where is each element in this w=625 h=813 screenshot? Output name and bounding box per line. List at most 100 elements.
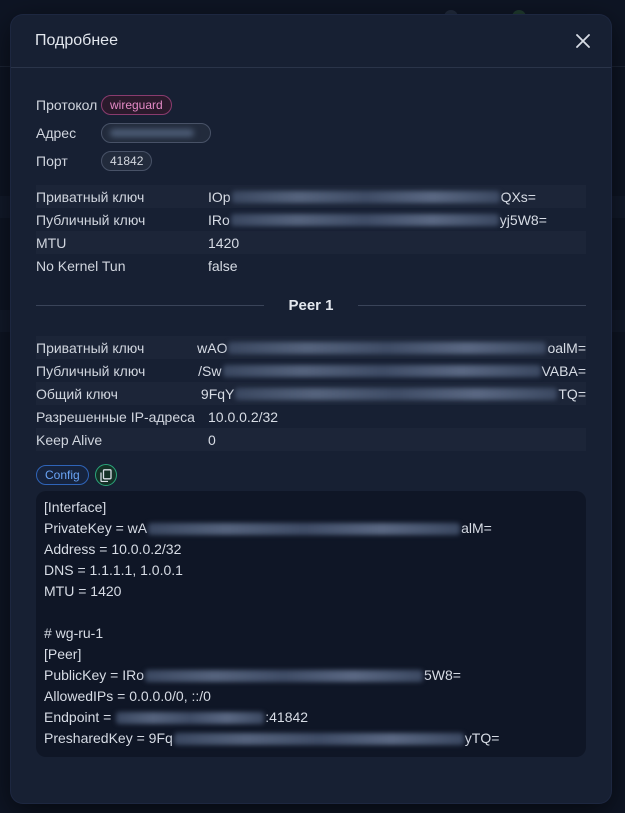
kv-row: Приватный ключ wAO oalM= (36, 336, 586, 359)
redacted-value (116, 711, 265, 724)
redacted-value (148, 522, 461, 535)
config-bar: Config (36, 464, 117, 486)
kv-value: IOp QXs= (208, 189, 536, 205)
config-line: AllowedIPs = 0.0.0.0/0, ::/0 (44, 686, 586, 707)
kv-key: Публичный ключ (36, 211, 146, 228)
kv-row: Keep Alive 0 (36, 428, 586, 451)
kv-value-suffix: yj5W8= (499, 211, 547, 228)
kv-value-text: 9FqY (200, 385, 235, 402)
config-line (44, 602, 586, 623)
address-label: Адрес (36, 125, 77, 141)
protocol-label: Протокол (36, 97, 98, 113)
kv-key: Разрешенные IP-адреса (36, 408, 195, 425)
kv-row: Приватный ключ IOp QXs= (36, 185, 586, 208)
peer-divider: Peer 1 (36, 295, 587, 315)
kv-value-suffix: VABA= (541, 362, 587, 379)
kv-row: Разрешенные IP-адреса 10.0.0.2/32 (36, 405, 586, 428)
redacted-value (173, 732, 464, 745)
config-line: PublicKey = IRo 5W8= (44, 665, 586, 686)
config-line: Address = 10.0.0.2/32 (44, 539, 586, 560)
redacted-value (228, 341, 547, 354)
kv-value-text: 10.0.0.2/32 (208, 408, 279, 425)
close-icon (576, 34, 590, 48)
details-modal: Подробнее Протокол wireguard Адрес Порт … (11, 15, 611, 803)
kv-key: Приватный ключ (36, 188, 145, 205)
config-text-box[interactable]: [Interface] PrivateKey = wA alM= Address = … (36, 491, 586, 757)
kv-value: 9FqY TQ= (201, 386, 586, 402)
config-line-text: Address = 10.0.0.2/32 (44, 541, 182, 557)
kv-key: MTU (36, 234, 67, 251)
kv-row: Общий ключ 9FqY TQ= (36, 382, 586, 405)
config-line-suffix: yTQ= (464, 730, 500, 746)
config-line: MTU = 1420 (44, 581, 586, 602)
kv-value-suffix: TQ= (558, 385, 586, 402)
modal-title: Подробнее (35, 32, 118, 49)
config-line-text: Endpoint = (44, 709, 116, 725)
kv-key: Keep Alive (36, 431, 103, 448)
kv-key: Общий ключ (36, 385, 118, 402)
kv-value-suffix: QXs= (500, 188, 536, 205)
address-redacted (110, 129, 194, 137)
kv-value-text: 0 (208, 431, 216, 448)
config-line-suffix: alM= (461, 520, 492, 536)
config-line: DNS = 1.1.1.1, 1.0.0.1 (44, 560, 586, 581)
port-row: Порт 41842 (36, 151, 153, 171)
config-line-text: PresharedKey = 9Fq (44, 730, 173, 746)
divider-line (36, 304, 265, 306)
port-label: Порт (36, 153, 68, 169)
address-row: Адрес (36, 123, 211, 143)
config-line: [Peer] (44, 644, 586, 665)
config-line-text: PublicKey = IRo (44, 667, 144, 683)
protocol-row: Протокол wireguard (36, 95, 172, 115)
copy-icon (100, 468, 112, 482)
kv-key: No Kernel Tun (36, 257, 126, 274)
config-tag[interactable]: Config (36, 465, 89, 485)
kv-value-text: IRo (208, 211, 230, 228)
kv-value: 10.0.0.2/32 (208, 409, 278, 425)
config-line-text: DNS = 1.1.1.1, 1.0.0.1 (44, 562, 183, 578)
kv-value: IRo yj5W8= (208, 212, 547, 228)
config-line: PrivateKey = wA alM= (44, 518, 586, 539)
port-tag: 41842 (101, 151, 153, 171)
config-line: Endpoint = :41842 (44, 707, 586, 728)
kv-value-text: wAO (197, 339, 228, 356)
config-line: PresharedKey = 9Fq yTQ= (44, 728, 586, 749)
config-line-text: [Interface] (44, 499, 107, 515)
kv-row: Публичный ключ/Sw VABA= (36, 359, 586, 382)
kv-value-text: 1420 (208, 234, 240, 251)
kv-value-text: false (208, 257, 238, 274)
redacted-value (222, 364, 541, 377)
config-line-text: [Peer] (44, 646, 82, 662)
redacted-value (231, 190, 500, 203)
config-line-text: AllowedIPs = 0.0.0.0/0, ::/0 (44, 688, 211, 704)
modal-header: Подробнее (11, 15, 611, 68)
config-line: # wg-ru-1 (44, 623, 586, 644)
kv-key: Публичный ключ (36, 362, 146, 379)
peer-title: Peer 1 (288, 296, 334, 314)
kv-value-text: IOp (208, 188, 231, 205)
config-line-text: # wg-ru-1 (44, 625, 104, 641)
config-line-suffix: 5W8= (424, 667, 461, 683)
redacted-value (230, 213, 499, 226)
kv-value-text: /Sw (198, 362, 222, 379)
config-line-suffix: :41842 (265, 709, 309, 725)
kv-value: 1420 (208, 235, 239, 251)
config-line: [Interface] (44, 497, 586, 518)
kv-value: /Sw VABA= (198, 363, 586, 379)
redacted-value (145, 669, 423, 682)
kv-value: 0 (208, 432, 216, 448)
kv-value: wAO oalM= (197, 340, 586, 356)
kv-value: false (208, 258, 238, 274)
kv-row: No Kernel Tun false (36, 254, 586, 277)
kv-value-suffix: oalM= (547, 339, 586, 356)
kv-row: Публичный ключ IRo yj5W8= (36, 208, 586, 231)
close-button[interactable] (572, 30, 594, 52)
interface-table: Приватный ключ IOp QXs= Публичный ключ IRo yj… (36, 185, 586, 277)
kv-key: Приватный ключ (36, 339, 145, 356)
kv-row: MTU 1420 (36, 231, 586, 254)
peer-table: Приватный ключ wAO oalM= Публичный ключ/Sw V… (36, 336, 586, 451)
protocol-tag: wireguard (101, 95, 172, 115)
address-tag (101, 123, 211, 143)
config-line-text: MTU = 1420 (44, 583, 122, 599)
copy-button[interactable] (94, 464, 117, 486)
